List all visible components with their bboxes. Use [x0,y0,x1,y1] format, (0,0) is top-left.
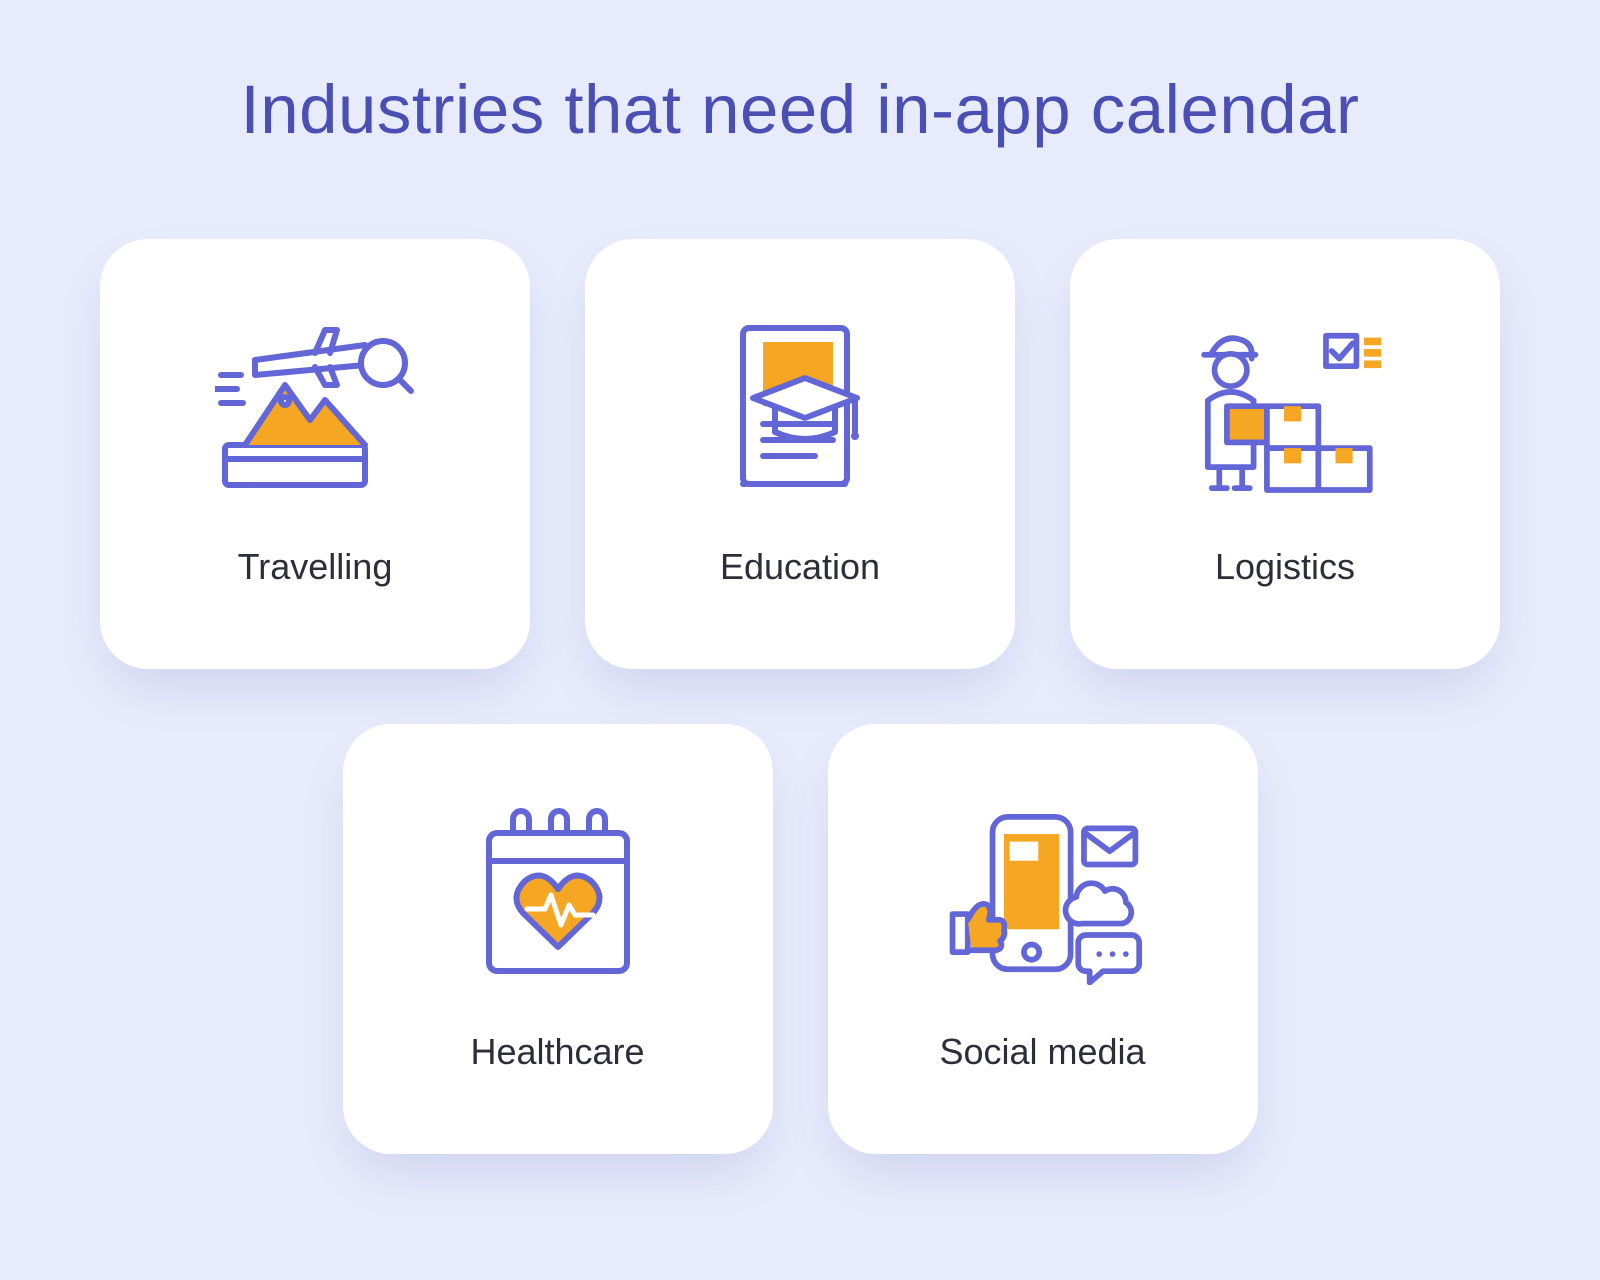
healthcare-icon [458,805,658,985]
card-label: Healthcare [470,1031,644,1073]
logistics-icon [1185,320,1385,500]
card-social-media: Social media [828,724,1258,1154]
card-logistics: Logistics [1070,239,1500,669]
card-travelling: Travelling [100,239,530,669]
travelling-icon [215,320,415,500]
card-grid: Travelling [60,239,1540,1154]
card-label: Education [720,546,880,588]
card-education: Education [585,239,1015,669]
card-healthcare: Healthcare [343,724,773,1154]
page-title: Industries that need in-app calendar [60,70,1540,149]
card-label: Travelling [238,546,393,588]
social-media-icon [943,805,1143,985]
education-icon [700,320,900,500]
card-label: Logistics [1215,546,1355,588]
card-label: Social media [939,1031,1145,1073]
